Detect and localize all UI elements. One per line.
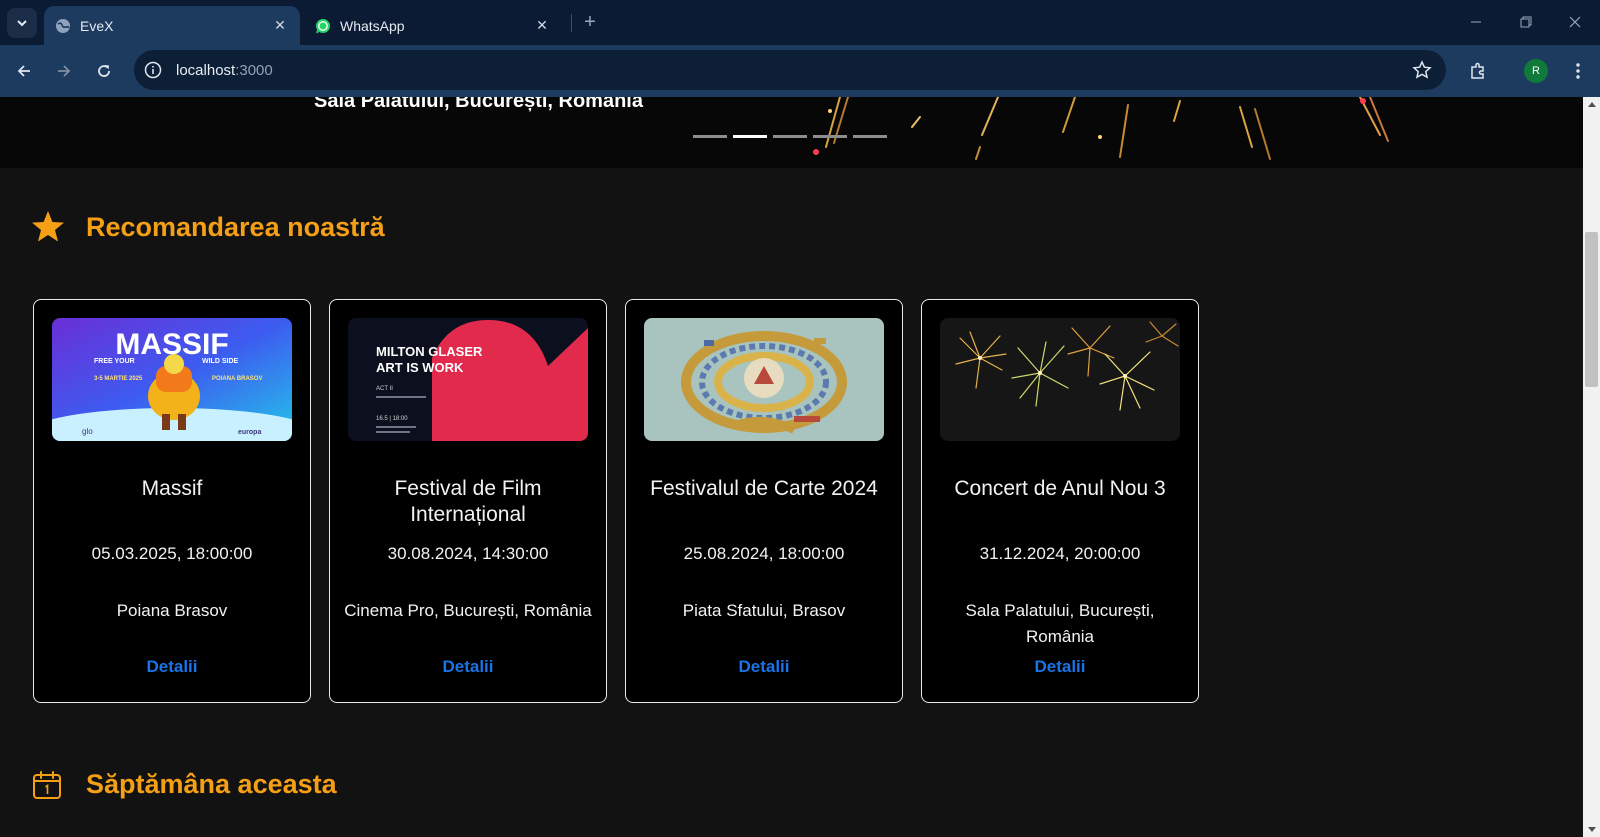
event-location: Piata Sfatului, Brasov: [682, 601, 846, 620]
carousel-dot-active[interactable]: [733, 135, 767, 138]
tab-title: EveX: [80, 17, 114, 34]
whatsapp-icon: [315, 18, 331, 34]
event-title: Concert de Anul Nou 3: [954, 477, 1166, 500]
event-title: Massif: [141, 477, 203, 500]
browser-menu-button[interactable]: [1566, 57, 1590, 85]
svg-text:ACT II: ACT II: [376, 386, 393, 392]
svg-text:MILTON GLASER: MILTON GLASER: [376, 344, 483, 359]
hero-location-text: Sala Palatului, București, România: [314, 97, 643, 112]
svg-text:europa: europa: [238, 429, 261, 436]
event-date: 05.03.2025, 18:00:00: [91, 544, 253, 563]
url-port: :3000: [235, 61, 273, 79]
svg-text:WILD SIDE: WILD SIDE: [202, 358, 238, 365]
section-this-week-header: Săptămâna aceasta: [32, 769, 337, 800]
page-viewport: Sala Palatului, București, România Recom…: [0, 97, 1583, 837]
svg-text:16.5 | 18:00: 16.5 | 18:00: [376, 416, 408, 422]
address-bar[interactable]: localhost:3000: [134, 50, 1446, 90]
event-card[interactable]: MASSIF FREE YOUR WILD SIDE 3-5 MARTIE 20…: [33, 299, 311, 703]
hero-carousel: Sala Palatului, București, România: [0, 97, 1583, 168]
event-poster: [644, 318, 884, 441]
event-poster: MASSIF FREE YOUR WILD SIDE 3-5 MARTIE 20…: [52, 318, 292, 441]
calendar-icon: [33, 770, 61, 799]
new-tab-button[interactable]: +: [578, 10, 602, 34]
event-details-link[interactable]: Detalii: [626, 657, 902, 677]
event-card[interactable]: Concert de Anul Nou 3 31.12.2024, 20:00:…: [921, 299, 1199, 703]
restore-icon[interactable]: [1512, 10, 1540, 34]
minimize-icon[interactable]: [1462, 10, 1490, 34]
carousel-indicators: [693, 135, 887, 138]
tab-whatsapp[interactable]: WhatsApp ✕: [304, 6, 562, 45]
svg-text:glo: glo: [82, 427, 93, 436]
back-button[interactable]: [10, 57, 38, 85]
svg-text:POIANA BRASOV: POIANA BRASOV: [212, 376, 262, 382]
scrollbar-thumb[interactable]: [1585, 232, 1598, 387]
event-title: Festival de Film Internațional: [394, 477, 542, 526]
event-location: Sala Palatului, București, România: [965, 601, 1155, 646]
section-title: Săptămâna aceasta: [86, 769, 337, 799]
event-poster: [940, 318, 1180, 441]
svg-text:MASSIF: MASSIF: [115, 328, 228, 361]
event-location: Poiana Brasov: [116, 601, 228, 620]
close-window-icon[interactable]: [1561, 10, 1589, 34]
browser-tab-strip: EveX ✕ WhatsApp ✕ +: [0, 0, 1600, 45]
extensions-button[interactable]: [1464, 57, 1492, 85]
event-title: Festivalul de Carte 2024: [650, 477, 878, 500]
section-recommended-header: Recomandarea noastră: [30, 209, 385, 245]
event-details-link[interactable]: Detalii: [922, 657, 1198, 677]
event-date: 31.12.2024, 20:00:00: [979, 544, 1141, 563]
tab-title: WhatsApp: [340, 17, 405, 34]
bookmark-star-icon[interactable]: [1412, 60, 1432, 80]
carousel-dot[interactable]: [693, 135, 727, 138]
tab-search-button[interactable]: [7, 8, 37, 38]
fireworks-image: [813, 97, 1389, 160]
svg-text:ART IS WORK: ART IS WORK: [376, 360, 464, 375]
close-tab-icon[interactable]: ✕: [532, 16, 552, 36]
event-card[interactable]: Festivalul de Carte 2024 25.08.2024, 18:…: [625, 299, 903, 703]
scroll-up-arrow-icon[interactable]: [1583, 97, 1600, 111]
chevron-down-icon: [17, 20, 27, 27]
site-info-icon[interactable]: [144, 61, 162, 79]
carousel-dot[interactable]: [853, 135, 887, 138]
browser-toolbar: localhost:3000 R: [0, 45, 1600, 97]
url-host: localhost: [176, 61, 236, 79]
globe-icon: [55, 18, 71, 34]
svg-text:3-5 MARTIE 2025: 3-5 MARTIE 2025: [94, 376, 143, 382]
reload-button[interactable]: [90, 57, 118, 85]
carousel-dot[interactable]: [773, 135, 807, 138]
event-date: 30.08.2024, 14:30:00: [387, 544, 549, 563]
puzzle-icon: [1471, 62, 1484, 79]
event-location: Cinema Pro, București, România: [344, 601, 592, 620]
svg-text:FREE YOUR: FREE YOUR: [94, 358, 135, 365]
forward-button[interactable]: [50, 57, 78, 85]
close-tab-icon[interactable]: ✕: [270, 16, 290, 36]
event-card[interactable]: MILTON GLASER ART IS WORK ACT II 16.5 | …: [329, 299, 607, 703]
arrow-left-icon: [17, 65, 30, 77]
event-poster: MILTON GLASER ART IS WORK ACT II 16.5 | …: [348, 318, 588, 441]
carousel-dot[interactable]: [813, 135, 847, 138]
arrow-right-icon: [58, 65, 71, 77]
event-details-link[interactable]: Detalii: [34, 657, 310, 677]
profile-avatar[interactable]: R: [1524, 59, 1548, 83]
event-details-link[interactable]: Detalii: [330, 657, 606, 677]
section-title: Recomandarea noastră: [86, 211, 385, 242]
page-scrollbar[interactable]: [1583, 97, 1600, 837]
star-icon: [32, 211, 64, 242]
tab-evex[interactable]: EveX ✕: [44, 6, 300, 45]
reload-icon: [98, 65, 110, 77]
more-vert-icon: [1576, 63, 1580, 79]
event-date: 25.08.2024, 18:00:00: [683, 544, 845, 563]
tab-divider: [571, 14, 572, 32]
scroll-down-arrow-icon[interactable]: [1583, 823, 1600, 837]
